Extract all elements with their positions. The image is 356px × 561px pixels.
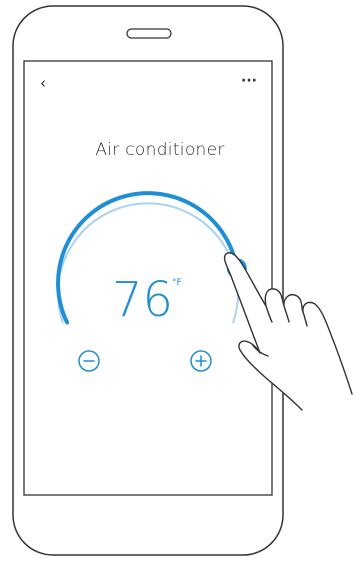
plus-circle-icon[interactable]: [190, 350, 212, 372]
device-title: Air conditioner: [95, 140, 225, 160]
temperature-unit: °F: [172, 278, 182, 288]
back-button[interactable]: ‹: [35, 74, 51, 92]
app-illustration: ‹ ··· Air conditioner 76 °F: [0, 0, 356, 561]
temperature-value: 76: [112, 272, 174, 328]
minus-circle-icon[interactable]: [78, 350, 100, 372]
chevron-left-icon: ‹: [40, 74, 46, 92]
more-dots-icon: ···: [241, 73, 257, 89]
more-options-button[interactable]: ···: [238, 74, 260, 92]
